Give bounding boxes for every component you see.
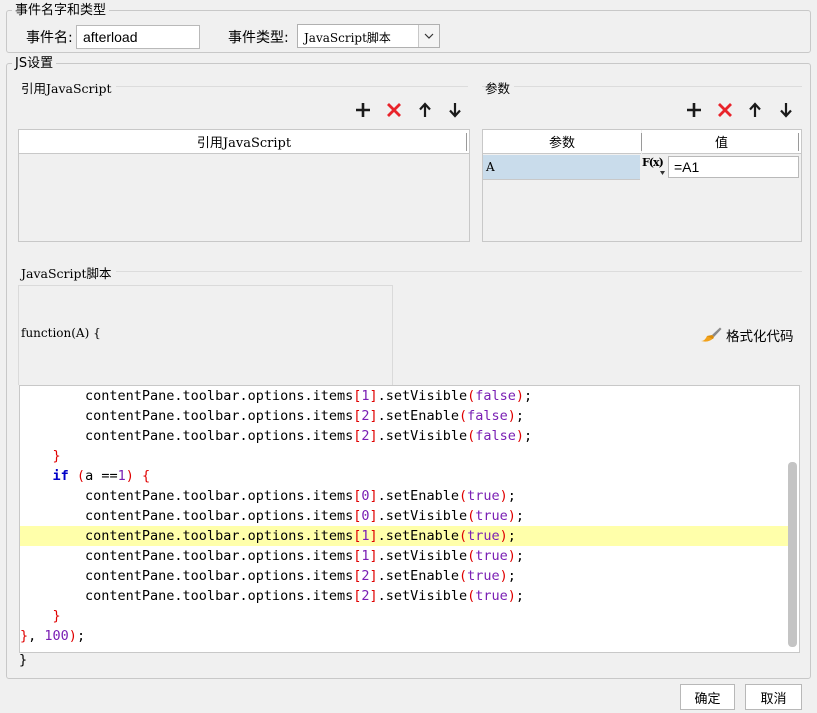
ref-js-column-header: 引用JavaScript [19, 130, 469, 154]
code-line[interactable]: contentPane.toolbar.options.items[2].set… [20, 586, 788, 606]
script-divider [22, 271, 802, 272]
cancel-button[interactable]: 取消 [745, 684, 802, 710]
format-code-label: 格式化代码 [726, 329, 794, 345]
code-line[interactable]: } [20, 446, 788, 466]
move-up-ref-button[interactable] [415, 100, 435, 120]
chevron-down-icon [660, 171, 665, 175]
arrow-down-icon [449, 103, 461, 118]
event-name-label: 事件名: [26, 30, 73, 46]
code-editor[interactable]: }, 100); } contentPane.toolbar.options.i… [19, 385, 800, 653]
cross-icon [387, 103, 401, 117]
param-name-cell[interactable]: A [483, 155, 640, 180]
param-name-text: A [486, 160, 495, 174]
plus-icon [687, 103, 701, 117]
js-group-legend: JS设置 [15, 56, 54, 71]
code-line[interactable]: contentPane.toolbar.options.items[2].set… [20, 566, 788, 586]
format-code-button[interactable]: 格式化代码 [700, 325, 794, 345]
chevron-down-icon[interactable] [418, 25, 439, 47]
function-closing-brace: } [19, 652, 28, 668]
move-down-ref-button[interactable] [445, 100, 465, 120]
ok-button[interactable]: 确定 [680, 684, 735, 710]
delete-param-button[interactable] [715, 100, 735, 120]
code-line[interactable]: contentPane.toolbar.options.items[1].set… [20, 546, 788, 566]
arrow-up-icon [419, 102, 431, 117]
event-name-input[interactable]: afterload [76, 25, 200, 49]
function-signature-panel: function(A) { [18, 285, 393, 385]
move-down-param-button[interactable] [776, 100, 796, 120]
arrow-down-icon [780, 103, 792, 118]
plus-icon [356, 103, 370, 117]
params-column-header-value: 值 [642, 130, 801, 154]
code-line[interactable]: contentPane.toolbar.options.items[2].set… [20, 426, 788, 446]
event-type-value: JavaScript脚本 [304, 31, 391, 45]
params-divider [482, 86, 802, 87]
ref-js-table[interactable]: 引用JavaScript [18, 129, 470, 242]
column-separator [798, 133, 799, 151]
script-legend: JavaScript脚本 [21, 263, 116, 282]
params-column-value-label: 值 [714, 136, 728, 151]
code-line[interactable]: if (a ==1) { [20, 466, 788, 486]
param-row[interactable]: A F(x) =A1 [483, 155, 801, 180]
params-column-header-name: 参数 [483, 130, 641, 154]
formula-fx-icon: F(x) [642, 156, 664, 169]
param-value-cell[interactable]: F(x) =A1 [642, 155, 799, 179]
formula-button[interactable]: F(x) [642, 156, 666, 178]
param-value-text: =A1 [674, 159, 700, 175]
code-line[interactable]: contentPane.toolbar.options.items[1].set… [20, 526, 788, 546]
add-ref-button[interactable] [353, 100, 373, 120]
code-line[interactable]: contentPane.toolbar.options.items[0].set… [20, 486, 788, 506]
ref-js-column-label: 引用JavaScript [196, 136, 292, 151]
add-param-button[interactable] [684, 100, 704, 120]
params-table[interactable]: 参数 值 A F(x) =A1 [482, 129, 802, 242]
code-line[interactable]: } [20, 606, 788, 626]
column-separator [466, 133, 467, 151]
params-column-name-label: 参数 [548, 136, 575, 151]
delete-ref-button[interactable] [384, 100, 404, 120]
arrow-up-icon [749, 102, 761, 117]
code-editor-scrollbar[interactable] [788, 462, 797, 647]
event-type-label: 事件类型: [228, 30, 289, 46]
event-type-select[interactable]: JavaScript脚本 [297, 24, 440, 48]
param-value-input[interactable]: =A1 [668, 156, 799, 178]
cross-icon [718, 103, 732, 117]
code-line[interactable]: contentPane.toolbar.options.items[0].set… [20, 506, 788, 526]
code-line[interactable]: contentPane.toolbar.options.items[1].set… [20, 386, 788, 406]
ref-js-legend: 引用JavaScript [21, 78, 116, 97]
params-legend: 参数 [485, 78, 515, 97]
function-signature: function(A) { [21, 326, 101, 340]
code-line[interactable]: }, 100); [20, 626, 788, 646]
move-up-param-button[interactable] [745, 100, 765, 120]
code-line[interactable]: contentPane.toolbar.options.items[2].set… [20, 406, 788, 426]
event-group-legend: 事件名字和类型 [15, 3, 107, 18]
brush-icon [701, 327, 722, 342]
